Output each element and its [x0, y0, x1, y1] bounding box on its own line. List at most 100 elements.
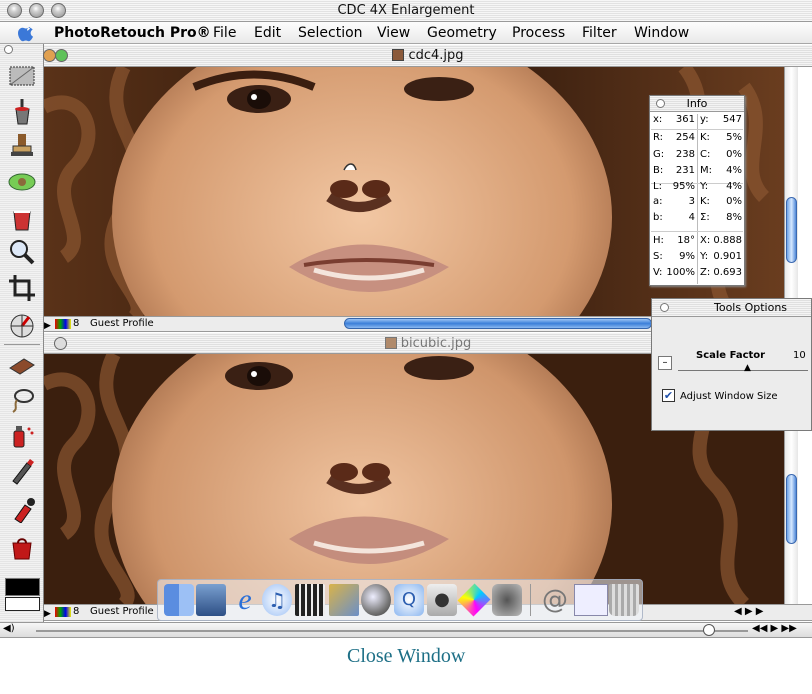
magnifier-icon[interactable]: [5, 236, 39, 268]
background-color-swatch[interactable]: [5, 597, 40, 611]
minimize-window-light[interactable]: [29, 3, 44, 18]
menu-selection[interactable]: Selection: [298, 24, 363, 42]
doc1-vertical-scrollbar[interactable]: [784, 67, 798, 301]
tool-options-close-icon[interactable]: [660, 303, 669, 312]
info-value: 4%: [726, 165, 742, 176]
doc1-profile[interactable]: Guest Profile: [90, 317, 154, 331]
statusbar-arrow-icon[interactable]: ▶: [44, 607, 51, 621]
adjust-window-checkbox[interactable]: ✔: [662, 389, 675, 402]
info-label: S:: [653, 251, 663, 262]
info-value: 238: [675, 149, 695, 160]
color-picker-icon[interactable]: [5, 310, 39, 342]
info-value: 3: [688, 196, 695, 207]
info-value: 0.693: [713, 267, 742, 278]
marquee-tool-icon[interactable]: [5, 60, 39, 92]
system-prefs-icon[interactable]: [196, 584, 226, 616]
doc-title-cdc4: cdc4.jpg: [408, 48, 464, 63]
window-titlebar[interactable]: CDC 4X Enlargement: [0, 0, 812, 22]
menu-edit[interactable]: Edit: [254, 24, 281, 42]
menu-geometry[interactable]: Geometry: [427, 24, 497, 42]
tool-options-header[interactable]: Tools Options: [652, 299, 811, 317]
info-close-icon[interactable]: [656, 99, 665, 108]
info-value: 0.901: [713, 251, 742, 262]
palette-close-icon[interactable]: [4, 45, 13, 54]
playback-controls-icon[interactable]: ◀◀ ▶ ▶▶: [752, 623, 797, 634]
apple-icon[interactable]: ●: [427, 584, 457, 616]
pen-icon[interactable]: [5, 454, 39, 486]
zoom-window-light[interactable]: [51, 3, 66, 18]
info-label: G:: [653, 149, 665, 160]
menu-window[interactable]: Window: [634, 24, 689, 42]
info-label: H:: [653, 235, 664, 246]
image-file-icon: [384, 337, 397, 349]
doc-title-bicubic: bicubic.jpg: [400, 336, 472, 351]
info-label: x:: [653, 114, 663, 125]
smudge-icon[interactable]: [5, 350, 39, 382]
internet-explorer-icon[interactable]: e: [230, 584, 260, 616]
info-value: 231: [675, 165, 695, 176]
scale-slider-thumb[interactable]: ▲: [744, 363, 751, 373]
doc2-profile[interactable]: Guest Profile: [90, 605, 154, 619]
doc2-depth: 8: [73, 606, 80, 617]
eraser-bucket-icon[interactable]: [5, 202, 39, 234]
itunes-icon[interactable]: ♫: [262, 584, 292, 616]
imovie-icon[interactable]: [295, 584, 325, 616]
info-label: Y:: [700, 251, 709, 262]
menu-filter[interactable]: Filter: [582, 24, 617, 42]
sherlock-icon[interactable]: [361, 584, 391, 616]
menu-app[interactable]: PhotoRetouch Pro®: [54, 24, 211, 42]
scrubber-thumb[interactable]: [703, 624, 715, 636]
dropper-icon[interactable]: [5, 492, 39, 524]
info-title: Info: [686, 97, 708, 110]
info-value: 547: [722, 114, 742, 125]
info-label: L:: [653, 181, 662, 192]
tool-palette: [0, 44, 44, 622]
menu-view[interactable]: View: [377, 24, 410, 42]
mail-icon[interactable]: @: [540, 584, 570, 616]
scroll-arrows-icon[interactable]: ◀ ▶ ▶: [734, 605, 763, 619]
tool-options-title: Tools Options: [714, 301, 788, 314]
color-depth-icon: [55, 319, 71, 329]
info-palette-header[interactable]: Info: [650, 96, 744, 112]
doc1-horizontal-scroll-thumb[interactable]: [344, 318, 652, 329]
menu-file[interactable]: File: [213, 24, 236, 42]
scale-decrease-button[interactable]: –: [658, 356, 672, 370]
desktop-icon[interactable]: [574, 584, 608, 616]
doc-zoom-button[interactable]: [55, 49, 68, 62]
statusbar-arrow-icon[interactable]: ▶: [44, 319, 51, 333]
foreground-color-swatch[interactable]: [5, 578, 40, 596]
doc2-close-button[interactable]: [54, 337, 67, 350]
quicktime-icon[interactable]: Q: [394, 584, 424, 616]
close-window-light[interactable]: [7, 3, 22, 18]
info-label: b:: [653, 212, 663, 223]
rubber-stamp-icon[interactable]: [5, 130, 39, 162]
finder-icon[interactable]: [164, 584, 194, 616]
doc-titlebar-cdc4[interactable]: cdc4.jpg: [43, 45, 812, 67]
spray-paint-icon[interactable]: [5, 420, 39, 452]
lasso-icon[interactable]: [5, 384, 39, 416]
doc2-scroll-thumb[interactable]: [786, 474, 797, 544]
info-palette: Info x: 361 y: 547 R: 254 K: 5% G: 238 C: 0% B: 231 M:…: [649, 95, 745, 286]
media-scrubber: ◀) ◀◀ ▶ ▶▶: [0, 622, 812, 638]
iphoto-icon[interactable]: [329, 584, 359, 616]
paint-bucket-icon[interactable]: [5, 96, 39, 128]
apple-menu-icon[interactable]: [18, 24, 36, 42]
info-value: 361: [675, 114, 695, 125]
menu-process[interactable]: Process: [512, 24, 565, 42]
info-label: B:: [653, 165, 664, 176]
colorsync-icon[interactable]: [457, 583, 491, 617]
camera-icon[interactable]: [492, 584, 522, 616]
info-value: 254: [675, 132, 695, 143]
trash-icon[interactable]: [609, 584, 639, 616]
info-label: V:: [653, 267, 663, 278]
close-window-link[interactable]: Close Window: [347, 645, 465, 668]
info-value: 100%: [666, 267, 695, 278]
doc1-scroll-thumb[interactable]: [786, 197, 797, 263]
hand-tool-icon[interactable]: [5, 166, 39, 198]
crop-icon[interactable]: [5, 272, 39, 304]
info-value: 0.888: [713, 235, 742, 246]
volume-icon[interactable]: ◀): [3, 623, 15, 634]
color-depth-icon: [55, 607, 71, 617]
shopping-bag-icon[interactable]: [5, 532, 39, 564]
image-file-icon: [392, 49, 405, 61]
